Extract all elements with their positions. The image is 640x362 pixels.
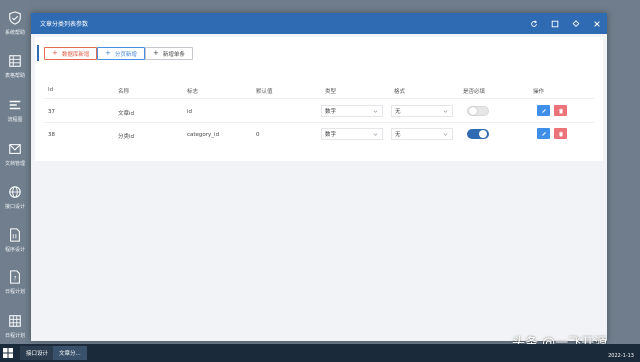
chevron-down-icon (373, 133, 378, 136)
format-select[interactable]: 无 (391, 105, 453, 117)
plus-icon: + (105, 49, 111, 57)
pencil-icon (541, 108, 546, 113)
type-select[interactable]: 数字 (321, 128, 383, 140)
cell-flag: id (187, 109, 193, 115)
header-divider (44, 98, 594, 99)
shield-check-icon (9, 11, 21, 25)
cell-id: 38 (48, 132, 55, 138)
single-add-button[interactable]: + 新增单条 (145, 47, 193, 60)
launcher-item-program-design[interactable]: 程序设计 (0, 226, 30, 266)
toggle-knob (469, 107, 477, 115)
page-add-button[interactable]: + 分页新增 (97, 47, 145, 60)
page-add-label: 分页新增 (114, 51, 137, 58)
type-select[interactable]: 数字 (321, 105, 383, 117)
column-header-flag: 标志 (187, 89, 199, 95)
chevron-down-icon (443, 133, 448, 136)
edit-button[interactable] (537, 105, 550, 116)
single-add-label: 新增单条 (162, 51, 185, 58)
delete-button[interactable] (554, 105, 567, 116)
toolbar-accent-bar (37, 45, 39, 61)
cell-name: 分类id (118, 134, 135, 140)
launcher-label: 系统帮助 (4, 30, 25, 36)
launcher-item-system-help[interactable]: 系统帮助 (0, 9, 30, 49)
required-toggle[interactable] (467, 106, 489, 116)
taskbar-tab-article-params[interactable]: 文章分... (53, 346, 87, 360)
cell-default: 0 (256, 132, 260, 138)
launcher-label: 日程计划 (4, 289, 25, 295)
launcher-item-help-doc[interactable]: ? 日程计划 (0, 268, 30, 308)
calendar-grid-icon (9, 315, 21, 327)
flow-icon (9, 100, 21, 110)
format-select-value: 无 (395, 109, 401, 115)
format-select[interactable]: 无 (391, 128, 453, 140)
column-header-name: 名称 (118, 89, 130, 95)
trash-icon (558, 131, 563, 136)
edit-button[interactable] (537, 128, 550, 139)
launcher-label: 接口设计 (4, 204, 25, 210)
launcher-item-docs[interactable]: 文档管理 (0, 140, 30, 180)
column-header-default: 默认值 (256, 89, 273, 95)
launcher-item-api-design[interactable]: 接口设计 (0, 183, 30, 223)
trash-icon (558, 108, 563, 113)
taskbar-tab-label: 文章分... (59, 351, 81, 357)
desktop-launcher: 系统帮助 表格帮助 流程图 文档管理 接口设计 程序设计 ? 日程计划 日程计划 (0, 0, 30, 344)
table-icon (9, 55, 21, 67)
column-header-id: Id (48, 87, 54, 93)
params-table: Id 名称 标志 默认值 类型 格式 是否必填 操作 37 文章id id 数字… (35, 69, 603, 161)
window-title: 文章分类列表参数 (40, 21, 89, 28)
chevron-down-icon (373, 110, 378, 113)
cell-flag: category_id (187, 132, 220, 138)
type-select-value: 数字 (325, 132, 337, 138)
taskbar-date: 2022-1-13 (608, 353, 634, 359)
column-header-required: 是否必填 (463, 89, 486, 95)
db-add-button[interactable]: + 数据库新增 (44, 47, 98, 60)
cell-id: 37 (48, 109, 55, 115)
chevron-down-icon (443, 110, 448, 113)
launcher-item-table-help[interactable]: 表格帮助 (0, 52, 30, 92)
globe-icon (9, 186, 21, 198)
delete-button[interactable] (554, 128, 567, 139)
column-header-actions: 操作 (533, 89, 545, 95)
toggle-knob (479, 130, 487, 138)
plus-icon: + (52, 49, 58, 57)
cell-name: 文章id (118, 111, 135, 117)
pin-icon[interactable] (570, 18, 581, 29)
row-divider (44, 122, 594, 123)
launcher-label: 日程计划 (4, 333, 25, 339)
column-header-type: 类型 (325, 89, 337, 95)
launcher-label: 文档管理 (4, 161, 25, 167)
launcher-label: 流程图 (7, 117, 23, 123)
plus-icon: + (153, 49, 159, 57)
launcher-label: 程序设计 (4, 247, 25, 253)
launcher-label: 表格帮助 (4, 73, 25, 79)
code-file-icon (10, 228, 20, 242)
pencil-icon (541, 131, 546, 136)
params-window: 文章分类列表参数 + 数据库新增 + 分页新增 + 新增单条 Id 名称 标志 … (31, 13, 607, 341)
launcher-item-flowchart[interactable]: 流程图 (0, 96, 30, 136)
taskbar-tab-api-design[interactable]: 接口设计 (20, 346, 55, 360)
taskbar-tab-label: 接口设计 (26, 351, 49, 357)
column-header-format: 格式 (394, 89, 406, 95)
close-icon[interactable] (591, 18, 602, 29)
toolbar: + 数据库新增 + 分页新增 + 新增单条 (35, 37, 603, 69)
required-toggle[interactable] (467, 129, 489, 139)
mail-icon (9, 144, 21, 154)
help-file-icon: ? (10, 270, 20, 284)
format-select-value: 无 (395, 132, 401, 138)
windows-start-icon[interactable] (3, 348, 13, 358)
window-titlebar[interactable]: 文章分类列表参数 (31, 13, 607, 34)
type-select-value: 数字 (325, 109, 337, 115)
taskbar: 接口设计 文章分... 2022-1-13 (0, 344, 640, 362)
svg-text:?: ? (13, 276, 16, 283)
db-add-label: 数据库新增 (61, 51, 90, 58)
refresh-icon[interactable] (528, 18, 539, 29)
maximize-icon[interactable] (549, 18, 560, 29)
